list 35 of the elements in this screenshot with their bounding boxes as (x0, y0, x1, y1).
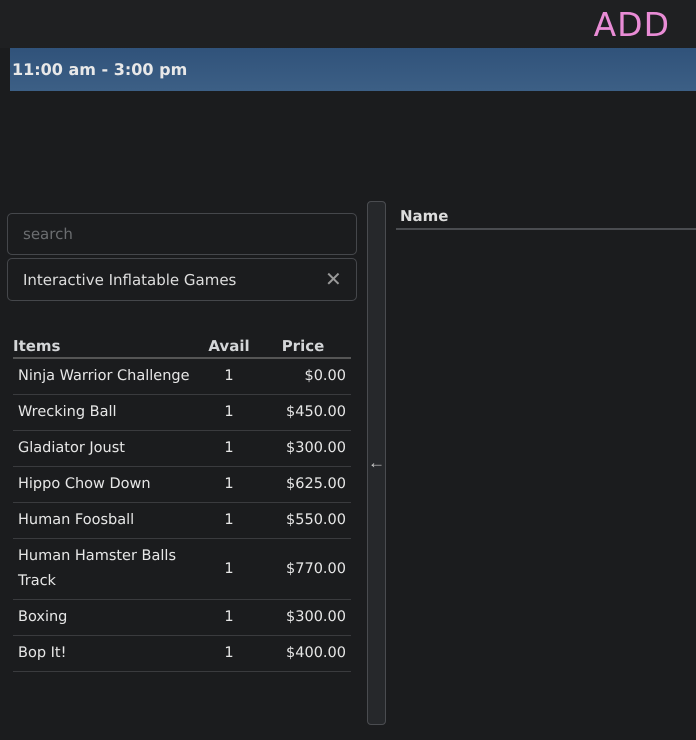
item-avail: 1 (203, 600, 255, 636)
item-price: $0.00 (255, 358, 351, 394)
item-avail: 1 (203, 538, 255, 600)
item-price: $450.00 (255, 394, 351, 430)
item-name: Human Foosball (13, 502, 203, 538)
item-name: Hippo Chow Down (13, 466, 203, 502)
item-avail: 1 (203, 430, 255, 466)
clear-button[interactable]: ✕ (325, 267, 342, 292)
item-name: Bop It! (13, 636, 203, 672)
item-price: $300.00 (255, 430, 351, 466)
item-avail: 1 (203, 636, 255, 672)
transfer-button[interactable]: ← (367, 201, 386, 725)
column-header: Price (255, 335, 351, 358)
item-price: $770.00 (255, 538, 351, 600)
filter-value: Interactive Inflatable Games (23, 270, 236, 288)
item-name: Gladiator Joust (13, 430, 203, 466)
column-header: Name (400, 207, 448, 225)
event-time: 11:00 am - 3:00 pm (12, 60, 188, 79)
item-name: Human Hamster Balls Track (13, 538, 203, 600)
category-filter[interactable]: Interactive Inflatable Games ✕ (7, 258, 357, 301)
page-title: ADD (594, 4, 670, 44)
item-avail: 1 (203, 466, 255, 502)
item-price: $400.00 (255, 636, 351, 672)
column-header: Avail (203, 335, 255, 358)
search-field[interactable]: search (7, 213, 357, 255)
item-avail: 1 (203, 502, 255, 538)
item-avail: 1 (203, 394, 255, 430)
item-price: $300.00 (255, 600, 351, 636)
item-name: Ninja Warrior Challenge (13, 358, 203, 394)
item-name: Boxing (13, 600, 203, 636)
column-header: Items (13, 335, 203, 358)
item-price: $550.00 (255, 502, 351, 538)
item-avail: 1 (203, 358, 255, 394)
item-name: Wrecking Ball (13, 394, 203, 430)
item-price: $625.00 (255, 466, 351, 502)
